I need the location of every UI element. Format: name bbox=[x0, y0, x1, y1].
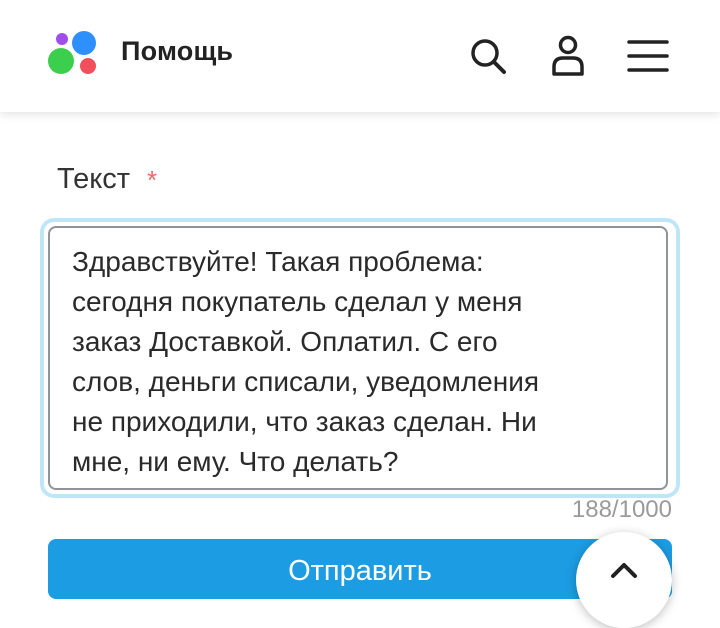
chevron-up-icon bbox=[611, 563, 637, 578]
logo[interactable] bbox=[46, 30, 98, 78]
header-title: Помощь bbox=[121, 36, 234, 66]
required-mark: * bbox=[147, 165, 158, 195]
user-icon[interactable] bbox=[546, 34, 590, 78]
search-icon[interactable] bbox=[466, 34, 510, 78]
scroll-top-button[interactable] bbox=[576, 532, 672, 628]
menu-icon[interactable] bbox=[626, 34, 670, 78]
message-textarea[interactable]: Здравствуйте! Такая проблема: сегодня по… bbox=[48, 226, 668, 490]
top-header: Помощь bbox=[0, 0, 720, 112]
char-counter: 188/1000 bbox=[571, 496, 672, 523]
text-field-label: Текст bbox=[57, 163, 131, 195]
